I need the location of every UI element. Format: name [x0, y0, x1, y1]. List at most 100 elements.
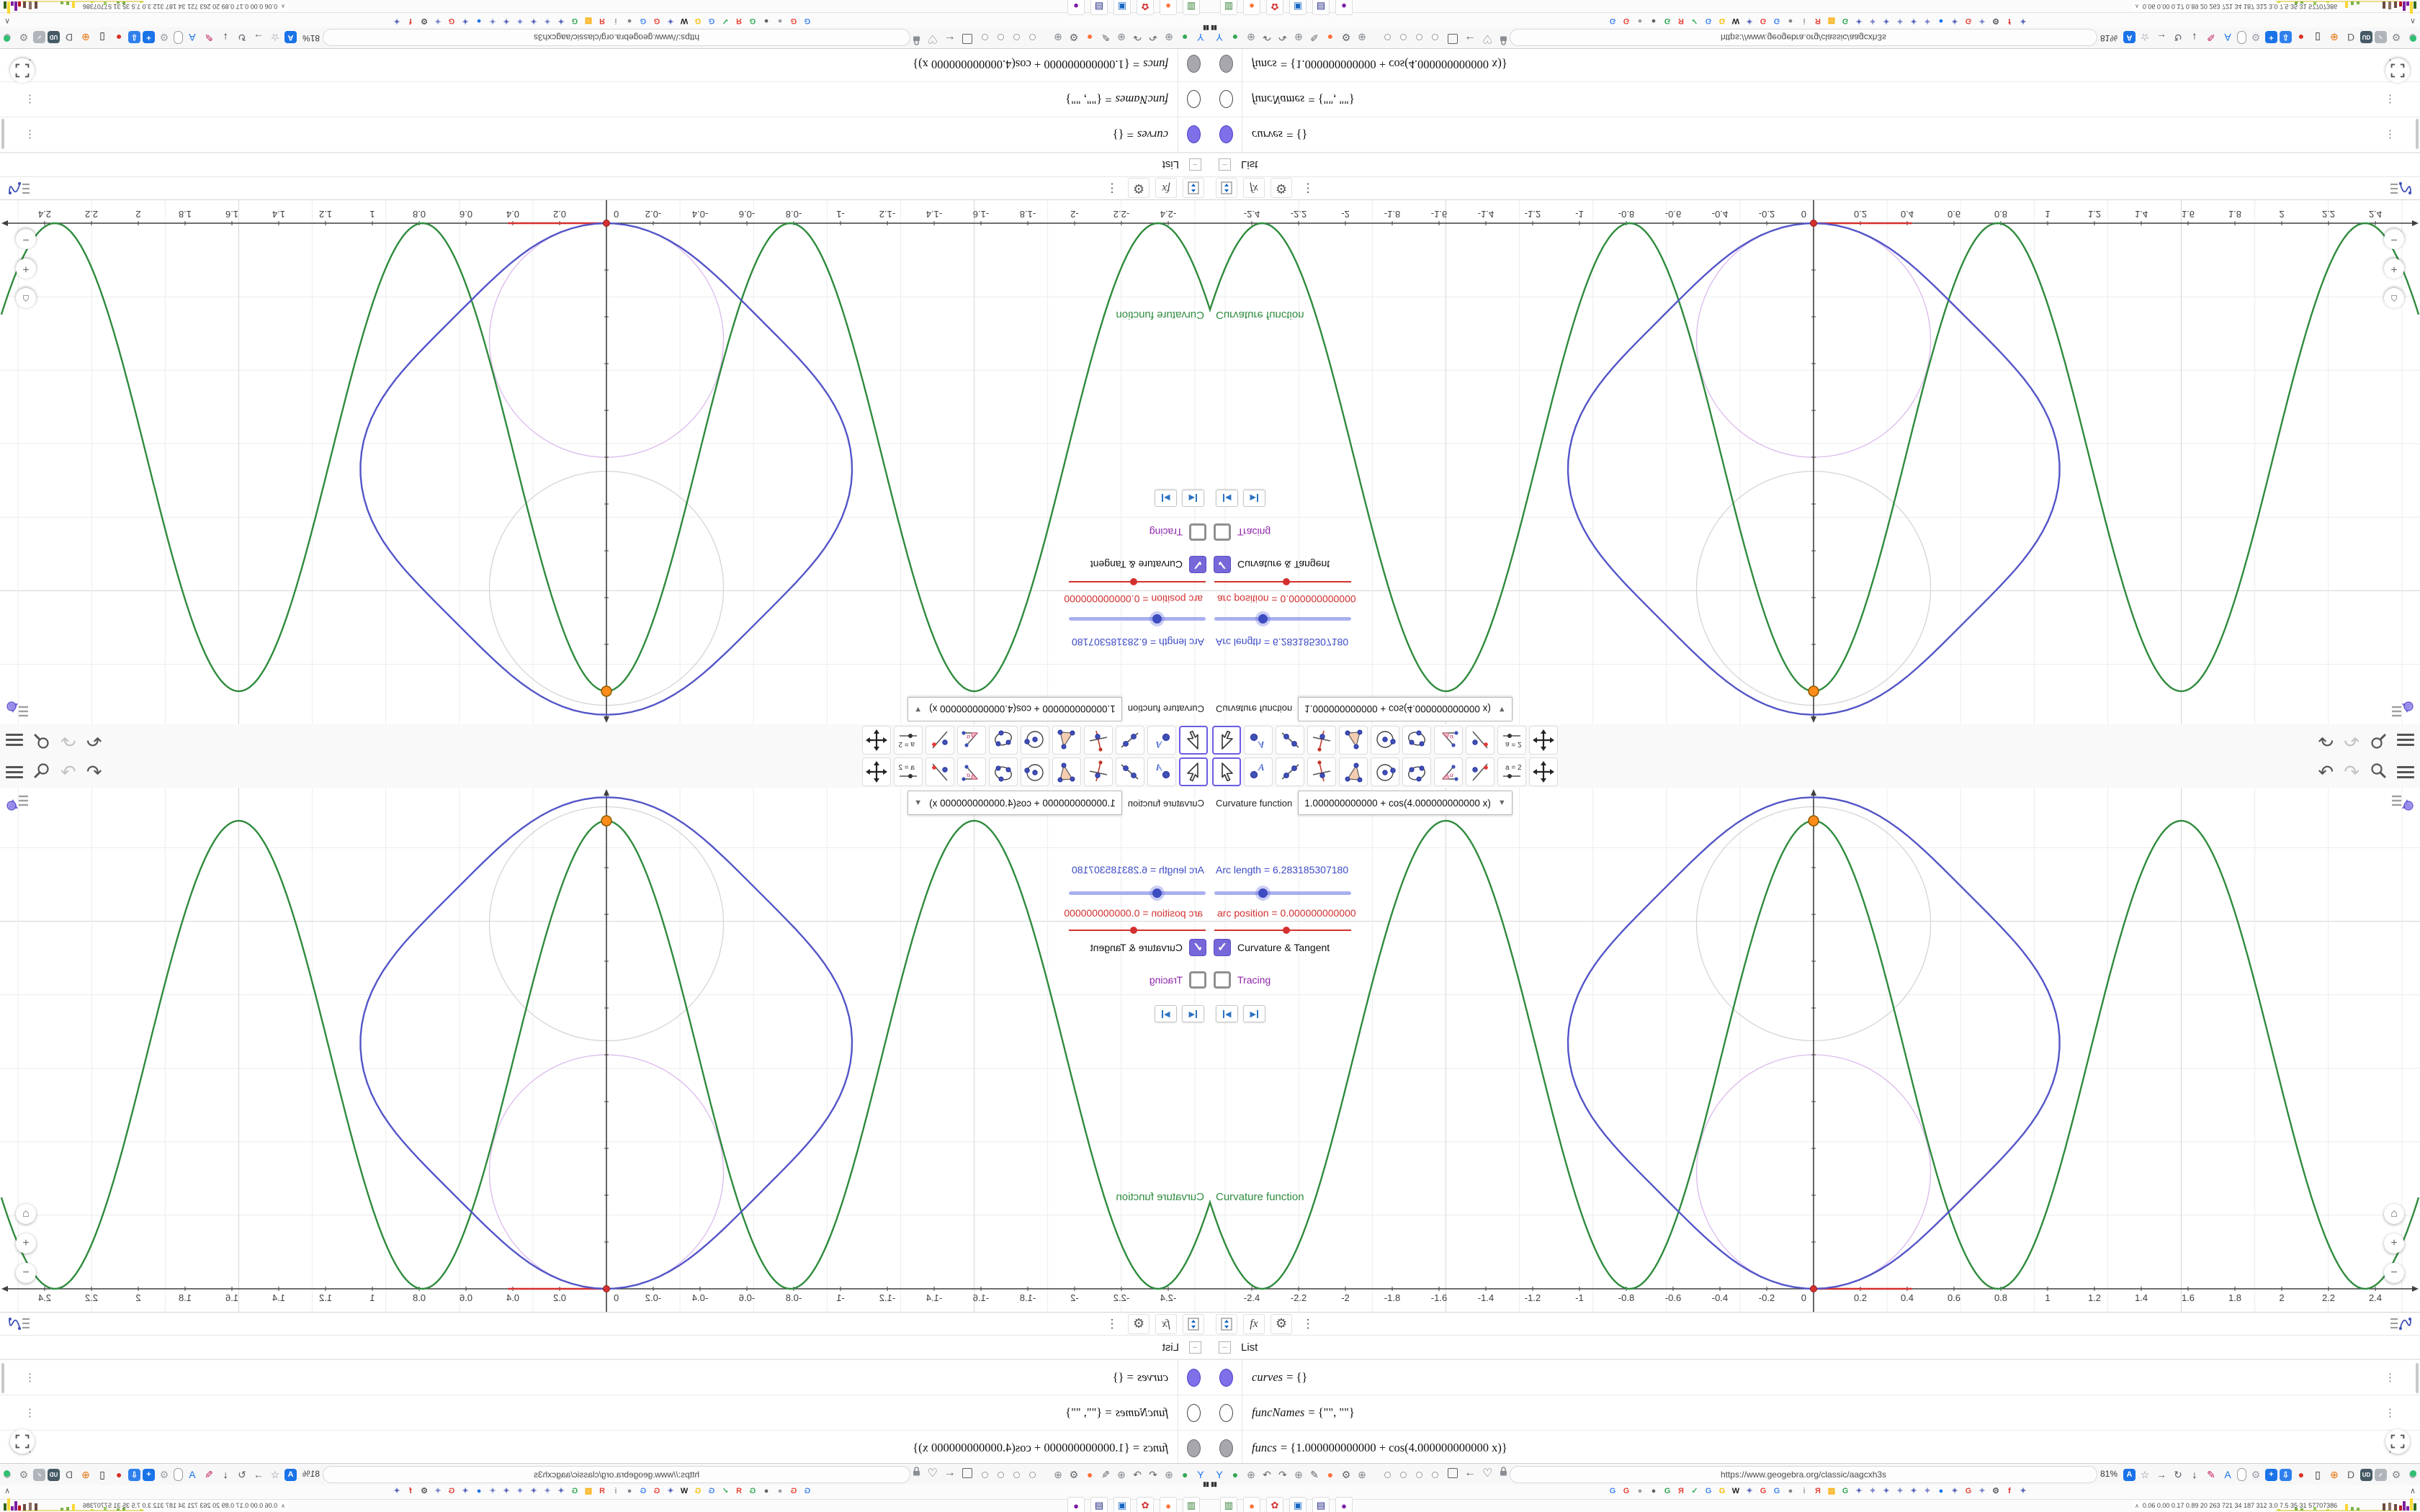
community-favicon[interactable]: ✦ — [666, 16, 676, 26]
community-favicon[interactable]: ✦ — [1909, 1486, 1919, 1496]
fullscreen-icon[interactable] — [10, 58, 35, 83]
monitor-app-icon[interactable]: ▣ — [1289, 0, 1307, 15]
community-favicon[interactable]: ✦ — [1895, 16, 1905, 26]
algebra-row-funcs[interactable]: funcs = {1.000000000000 + cos(4.000000000… — [1210, 46, 2420, 81]
new-tab-icon[interactable] — [1448, 34, 1458, 44]
globe-icon[interactable]: ⊕ — [1114, 29, 1129, 46]
row-kebab-icon[interactable]: ⋮ — [2385, 1395, 2396, 1430]
arc-length-slider[interactable] — [1214, 888, 1351, 898]
zoom-out-icon[interactable]: − — [16, 1263, 36, 1283]
info-favicon[interactable]: i — [1799, 1486, 1809, 1496]
graph-canvas[interactable]: -2.4 -2.2 -2 -1.8 -1.6 -1.4 -1.2 -1 -0.8 -0.6 -0.4… — [0, 200, 1210, 724]
site-favicon[interactable]: ● — [761, 1486, 771, 1496]
blue-dot-favicon[interactable]: ● — [474, 16, 484, 26]
trash-extension-icon[interactable]: ▯ — [2311, 1466, 2325, 1483]
site-favicon[interactable]: ● — [775, 16, 785, 26]
community-favicon[interactable]: ✦ — [1922, 1486, 1932, 1496]
translate-icon[interactable]: A — [2123, 31, 2136, 44]
floppy-app-icon[interactable]: ▤ — [1090, 0, 1108, 15]
forward-icon[interactable]: → — [2154, 1466, 2169, 1483]
reload-icon[interactable]: ↻ — [235, 1466, 249, 1483]
google-favicon[interactable]: G — [1963, 16, 1973, 26]
community-favicon[interactable]: ✦ — [460, 16, 470, 26]
tool-reflect-about-line-button[interactable] — [926, 757, 954, 786]
translate-icon[interactable]: A — [2123, 1468, 2136, 1481]
settings-gear-icon[interactable]: ⚙ — [1339, 1466, 1353, 1483]
site-favicon[interactable]: ● — [624, 16, 635, 26]
trash-extension-icon[interactable]: ▯ — [95, 1466, 109, 1483]
google-favicon[interactable]: G — [570, 16, 580, 26]
skip-to-start-button[interactable]: ◀ — [1182, 490, 1204, 507]
ud-shield-icon[interactable]: UD — [2360, 31, 2372, 44]
reload-icon[interactable]: ↻ — [2171, 29, 2185, 46]
tool-polygon-button[interactable] — [1052, 726, 1081, 755]
google-favicon[interactable]: G — [1621, 1486, 1631, 1496]
google-favicon[interactable]: G — [1758, 16, 1768, 26]
mouse-oval-icon[interactable] — [2237, 31, 2246, 44]
globe-icon[interactable]: ⊕ — [1291, 29, 1306, 46]
row-kebab-icon[interactable]: ⋮ — [24, 1395, 35, 1430]
community-favicon[interactable]: ✦ — [1950, 16, 1960, 26]
tool-ellipse-button[interactable] — [989, 757, 1018, 786]
community-favicon[interactable]: ✦ — [1922, 16, 1932, 26]
fx-input-icon[interactable]: fx — [1243, 178, 1265, 199]
wrench-icon[interactable]: ⚙ — [17, 29, 31, 46]
kebab-menu-icon[interactable]: ⋮ — [1298, 1314, 1318, 1333]
tool-move-graphics-view-button[interactable] — [862, 726, 891, 755]
home-icon[interactable]: ⌂ — [2384, 1204, 2404, 1224]
arc-length-slider-knob[interactable] — [1152, 614, 1162, 624]
tool-move-button[interactable] — [1212, 726, 1241, 755]
mouse-oval-icon[interactable] — [2237, 1468, 2246, 1481]
gear-extension-icon[interactable]: ⚙ — [157, 1466, 171, 1483]
reload-icon[interactable]: ↻ — [235, 29, 249, 46]
edit-icon[interactable]: ✎ — [1098, 1466, 1113, 1483]
download-icon[interactable]: ↓ — [2187, 1466, 2202, 1483]
yandex-favicon[interactable]: Я — [1676, 1486, 1686, 1496]
tool-slider-button[interactable]: a = 2 — [894, 726, 923, 755]
split-view-icon[interactable] — [1216, 1313, 1237, 1334]
google-favicon[interactable]: G — [1703, 16, 1713, 26]
algebra-row-curves[interactable]: curves = {} ⋮ — [1210, 117, 2420, 152]
heart-icon[interactable]: ♡ — [1482, 1466, 1492, 1480]
arc-length-value[interactable]: Arc length = 6.283185307180 — [1072, 864, 1204, 876]
tool-perpendicular-line-button[interactable] — [1307, 757, 1336, 786]
google-favicon[interactable]: G — [1608, 16, 1618, 26]
google-favicon[interactable]: G — [447, 16, 457, 26]
visibility-marble[interactable] — [1219, 90, 1233, 109]
status-green-icon[interactable]: ● — [1178, 1466, 1192, 1483]
community-favicon[interactable]: ✦ — [542, 16, 552, 26]
fx-input-icon[interactable]: fx — [1155, 1313, 1177, 1334]
forward-icon[interactable]: → — [2154, 29, 2169, 46]
check-favicon[interactable]: ✓ — [720, 16, 730, 26]
zoom-out-icon[interactable]: − — [2384, 1263, 2404, 1283]
community-favicon[interactable]: ✦ — [1744, 1486, 1754, 1496]
zoom-in-icon[interactable]: + — [16, 1233, 36, 1254]
mouse-oval-icon[interactable] — [174, 1468, 183, 1481]
main-menu-icon[interactable] — [2397, 765, 2414, 778]
community-favicon[interactable]: ✦ — [488, 16, 498, 26]
split-view-icon[interactable] — [1216, 178, 1237, 199]
google-favicon[interactable]: G — [748, 1486, 758, 1496]
tool-perpendicular-line-button[interactable] — [1084, 726, 1113, 755]
google-favicon[interactable]: G — [789, 16, 799, 26]
community-favicon[interactable]: ✦ — [556, 1486, 566, 1496]
adblock-red-icon[interactable]: ● — [2294, 29, 2308, 46]
tool-reflect-about-line-button[interactable] — [1466, 757, 1494, 786]
function-selector-dropdown[interactable]: 1.000000000000 + cos(4.000000000000 x) ▼ — [1298, 791, 1512, 815]
back-icon[interactable]: ← — [944, 1467, 956, 1480]
tool-circle-center-point-button[interactable] — [1371, 726, 1399, 755]
visibility-marble[interactable] — [1187, 90, 1201, 109]
scrollbar[interactable] — [2416, 1363, 2419, 1393]
site-favicon[interactable]: ● — [624, 1486, 635, 1496]
add-extension-icon[interactable]: + — [143, 31, 155, 44]
google-favicon[interactable]: G — [693, 16, 703, 26]
yandex-favicon[interactable]: Я — [734, 16, 744, 26]
chevron-up-icon[interactable]: ∧ — [4, 17, 10, 26]
google-favicon[interactable]: G — [1840, 16, 1850, 26]
media-app-icon[interactable]: ● — [1067, 0, 1085, 15]
yandex-favicon[interactable]: Я — [597, 1486, 607, 1496]
arc-position-slider[interactable] — [1069, 927, 1206, 934]
globe-icon[interactable]: ⊕ — [1162, 29, 1176, 46]
google-favicon[interactable]: G — [1621, 16, 1631, 26]
history-forward-icon[interactable]: ↷ — [1276, 29, 1290, 46]
